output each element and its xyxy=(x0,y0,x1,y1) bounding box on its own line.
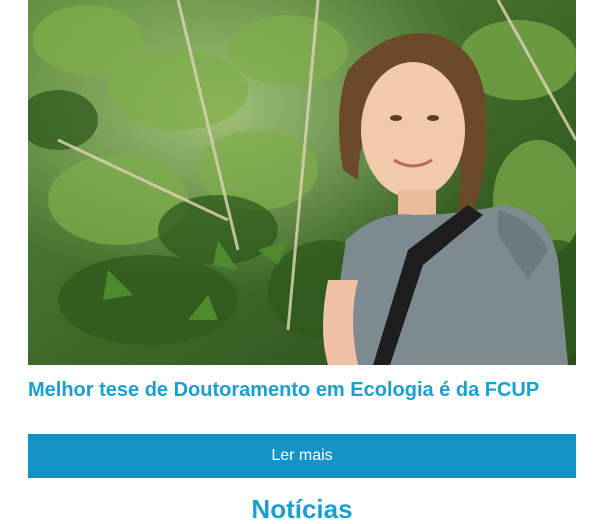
article-title[interactable]: Melhor tese de Doutoramento em Ecologia … xyxy=(28,376,588,404)
article-photo[interactable] xyxy=(28,0,576,365)
forest-portrait-illustration xyxy=(28,0,576,365)
news-card: Melhor tese de Doutoramento em Ecologia … xyxy=(28,0,576,524)
read-more-button[interactable]: Ler mais xyxy=(28,434,576,478)
section-heading-news: Notícias xyxy=(251,494,353,524)
